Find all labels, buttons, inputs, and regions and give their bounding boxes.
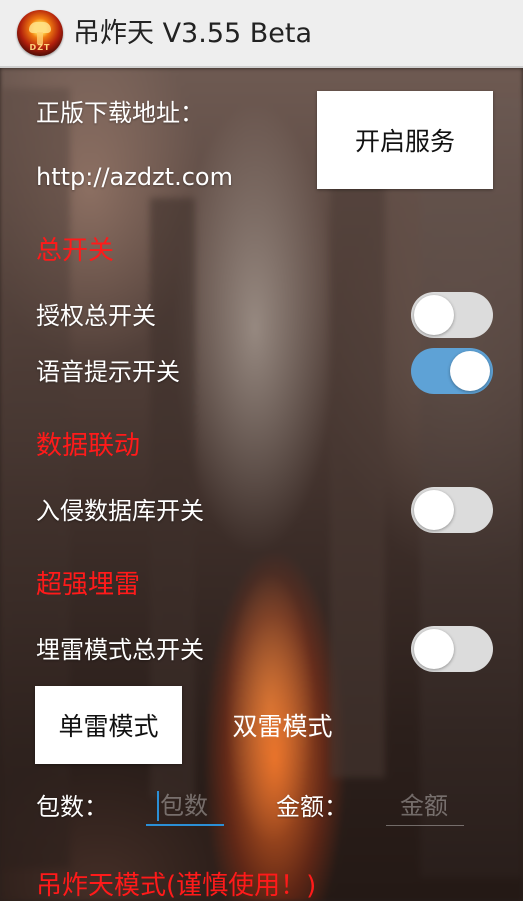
mine-switch-label: 埋雷模式总开关 [36, 636, 204, 664]
section-title-mine: 超强埋雷 [36, 570, 141, 600]
voice-switch-label: 语音提示开关 [36, 358, 180, 386]
amount-placeholder: 金额 [400, 792, 448, 820]
packets-placeholder: 包数 [160, 792, 208, 820]
download-address-label: 正版下载地址： [36, 99, 204, 127]
text-cursor [157, 791, 159, 821]
auth-master-switch[interactable] [411, 292, 493, 338]
switch-thumb [414, 490, 454, 530]
switch-thumb [414, 629, 454, 669]
single-mine-mode-button[interactable]: 单雷模式 [35, 686, 182, 764]
app-icon-text: DZT [29, 43, 51, 52]
section-title-data-link: 数据联动 [36, 431, 141, 461]
app-screen: DZT 吊炸天 V3.55 Beta 正版下载地址： http://azdzt.… [0, 0, 523, 901]
intrude-database-switch[interactable] [411, 487, 493, 533]
title-bar: DZT 吊炸天 V3.55 Beta [0, 0, 523, 68]
start-service-button[interactable]: 开启服务 [317, 91, 493, 189]
packets-input[interactable]: 包数 [146, 786, 224, 826]
app-title: 吊炸天 V3.55 Beta [73, 18, 313, 49]
voice-prompt-switch[interactable] [411, 348, 493, 394]
amount-input[interactable]: 金额 [386, 786, 464, 826]
explosion-logo-icon: DZT [17, 10, 63, 56]
packets-label: 包数： [36, 793, 108, 821]
packets-input-underline [146, 824, 224, 826]
mine-mode-master-switch[interactable] [411, 626, 493, 672]
section-title-master: 总开关 [36, 236, 115, 266]
auth-switch-label: 授权总开关 [36, 302, 156, 330]
switch-thumb [450, 351, 490, 391]
double-mine-mode-button[interactable]: 双雷模式 [210, 686, 355, 764]
switch-thumb [414, 295, 454, 335]
download-url[interactable]: http://azdzt.com [36, 162, 233, 192]
intrude-switch-label: 入侵数据库开关 [36, 497, 204, 525]
amount-input-underline [386, 825, 464, 826]
main-content: 正版下载地址： http://azdzt.com 开启服务 总开关 授权总开关 … [0, 68, 523, 901]
section-title-bomb-mode: 吊炸天模式(谨慎使用！) [36, 871, 317, 901]
amount-label: 金额： [276, 793, 348, 821]
